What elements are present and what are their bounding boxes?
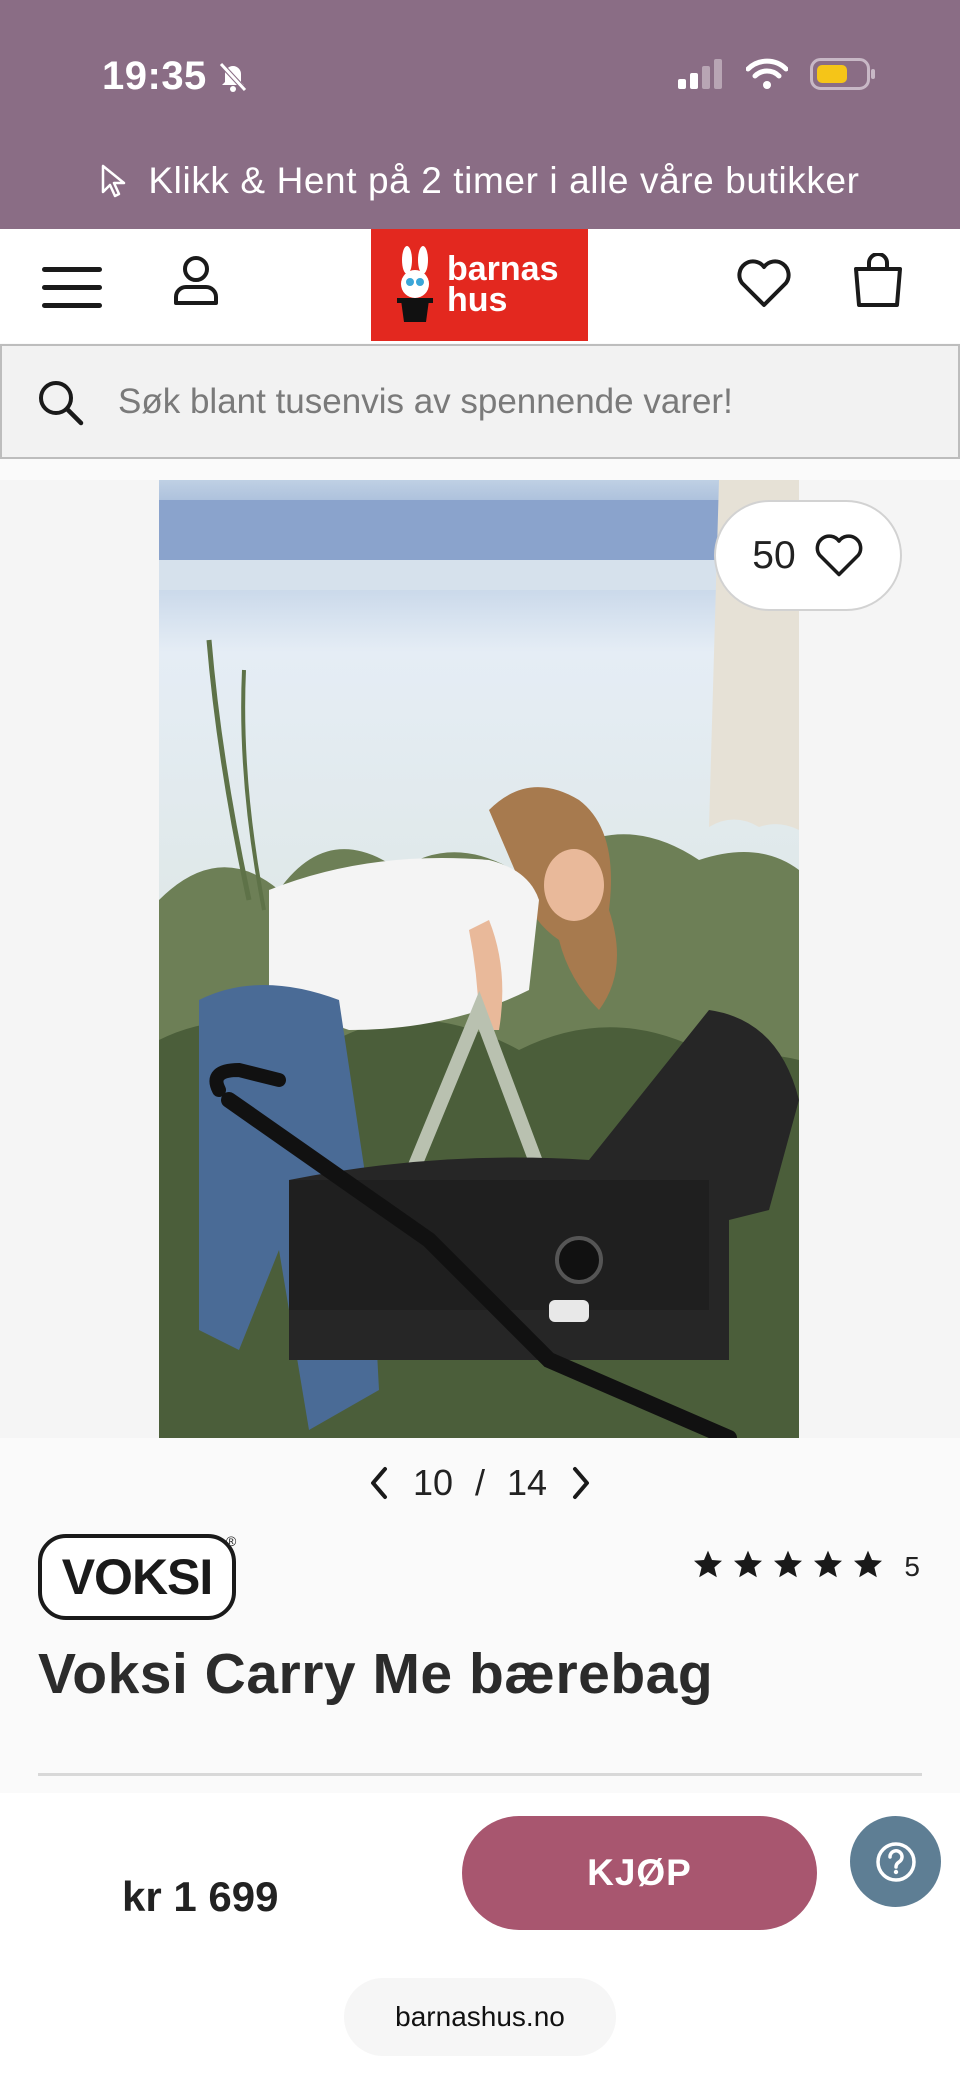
star-icon [772,1548,804,1585]
chevron-right-icon[interactable] [569,1465,593,1501]
cursor-icon [102,164,126,198]
brand-registered-mark: ® [226,1533,237,1549]
favorite-count-button[interactable]: 50 [714,500,902,611]
brand-name: VOKSI [61,1549,214,1605]
wifi-icon [746,58,788,89]
top-bar: 19:35 Klikk & Hent på 2 timer i alle vår… [0,0,960,229]
promo-text: Klikk & Hent på 2 timer i alle våre buti… [148,160,860,201]
shopping-bag-icon[interactable] [852,253,904,309]
product-gallery[interactable]: 50 [0,480,960,1438]
pager-total: 14 [507,1462,548,1503]
buy-button[interactable]: KJØP [462,1816,817,1930]
favorite-count: 50 [752,533,796,577]
cellular-signal-icon [678,59,722,89]
brand-logo[interactable]: VOKSI [38,1534,236,1620]
pager-current: 10 [412,1462,453,1503]
heart-outline-icon [815,533,863,576]
status-time: 19:35 [102,54,249,99]
battery-icon [810,58,875,90]
product-rating[interactable]: 5 [692,1548,920,1585]
browser-url: barnashus.no [395,2001,565,2032]
bunny-logo-icon [397,246,433,322]
product-photo[interactable] [159,480,799,1438]
search-icon [39,380,84,425]
bell-slash-icon [218,61,247,92]
star-icon [852,1548,884,1585]
pager-separator: / [474,1462,485,1503]
promo-banner[interactable]: Klikk & Hent på 2 timer i alle våre buti… [0,160,960,202]
star-icon [812,1548,844,1585]
status-icons [678,58,876,90]
star-icon [732,1548,764,1585]
buy-bar: kr 1 699 KJØP barnashus.no [0,1793,960,2087]
search-input[interactable]: Søk blant tusenvis av spennende varer! [118,382,733,422]
menu-icon[interactable] [42,265,106,311]
star-icon [692,1548,724,1585]
rating-count: 5 [904,1550,920,1582]
logo-text-line-2: hus [447,281,508,319]
help-button[interactable] [850,1816,941,1907]
browser-url-pill[interactable]: barnashus.no [344,1978,616,2056]
product-image [159,480,799,1438]
divider [38,1773,922,1776]
user-icon[interactable] [172,255,220,307]
site-logo[interactable]: barnas hus [371,229,588,341]
product-title: Voksi Carry Me bærebag [38,1642,714,1706]
question-icon [875,1841,916,1882]
gallery-pager: 10 / 14 [0,1462,960,1504]
site-header: barnas hus [0,229,960,343]
heart-icon[interactable] [736,259,792,309]
product-price: kr 1 699 [122,1873,279,1920]
chevron-left-icon[interactable] [367,1465,391,1501]
search-bar[interactable]: Søk blant tusenvis av spennende varer! [0,344,960,459]
